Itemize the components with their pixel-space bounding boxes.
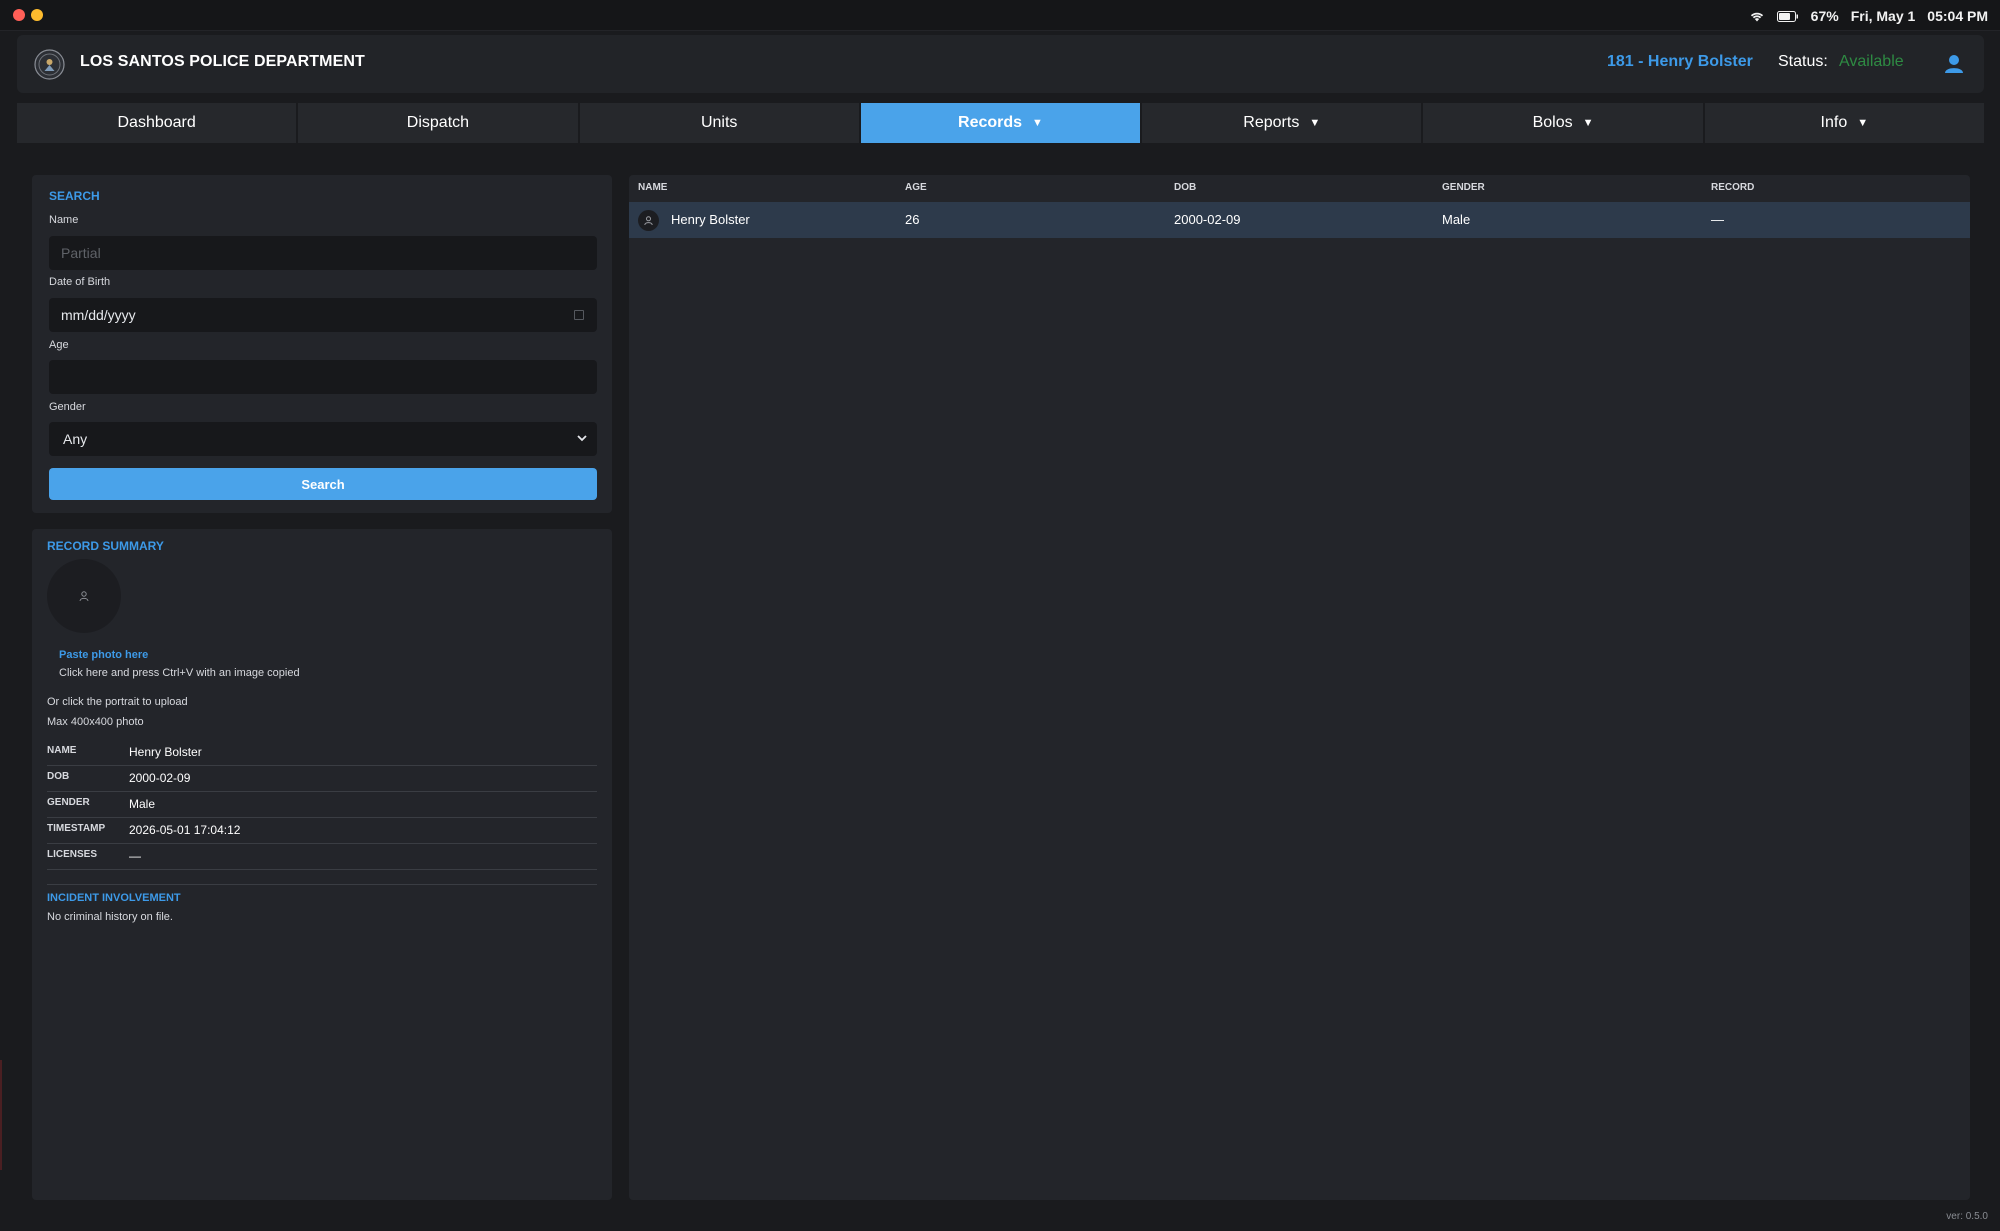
chevron-down-icon [577,430,587,449]
avatar [638,210,659,231]
column-header-age[interactable]: AGE [905,182,927,193]
wifi-icon [1749,10,1765,22]
chevron-down-icon: ▼ [1582,117,1594,129]
department-title: LOS SANTOS POLICE DEPARTMENT [80,53,365,70]
nav-units[interactable]: Units [579,103,861,143]
cell-gender: Male [1442,212,1471,227]
name-input[interactable] [61,245,597,261]
cell-name: Henry Bolster [671,212,750,227]
nav-records-label: Records [958,114,1023,131]
upload-hint: Or click the portrait to upload [47,696,188,708]
chevron-down-icon: ▼ [1857,117,1869,129]
nav-bolos-label: Bolos [1532,114,1573,131]
results-table: NAME AGE DOB GENDER RECORD Henry Bolster… [629,175,1970,1200]
nav-dispatch-label: Dispatch [406,114,470,131]
summary-key: LICENSES [47,849,98,860]
search-panel: SEARCH Name Date of Birth mm/dd/yyyy Age… [32,175,612,513]
person-icon [644,216,653,226]
summary-value: Male [129,797,156,811]
nav-dashboard-label: Dashboard [117,114,196,131]
summary-key: NAME [47,745,77,756]
incident-text: No criminal history on file. [47,911,173,923]
summary-row-dob: DOB 2000-02-09 [47,766,597,792]
system-date: Fri, May 1 [1850,8,1916,24]
gender-field-label: Gender [49,401,86,413]
summary-key: TIMESTAMP [47,823,106,834]
chevron-down-icon: ▼ [1032,117,1043,129]
paste-photo-link[interactable]: Paste photo here [59,649,148,661]
nav-reports[interactable]: Reports ▼ [1142,103,1424,143]
search-button[interactable]: Search [49,468,597,500]
portrait-upload[interactable] [47,559,121,633]
incident-involvement-title: INCIDENT INVOLVEMENT [47,892,181,904]
nav-bolos[interactable]: Bolos ▼ [1423,103,1705,143]
dob-input-value: mm/dd/yyyy [61,307,136,323]
record-summary-panel: RECORD SUMMARY Paste photo here Click he… [32,529,612,1200]
summary-row-name: NAME Henry Bolster [47,740,597,766]
record-summary-title: RECORD SUMMARY [47,539,164,553]
calendar-icon[interactable] [574,310,584,320]
column-header-gender[interactable]: GENDER [1442,182,1485,193]
gender-select-value: Any [63,431,88,447]
minimize-window-button[interactable] [31,9,43,21]
cell-dob: 2000-02-09 [1174,212,1241,227]
battery-icon [1776,10,1799,22]
system-time: 05:04 PM [1927,8,1988,24]
column-header-dob[interactable]: DOB [1174,182,1196,193]
gender-select[interactable]: Any [49,422,597,456]
status-label: Status: [1778,53,1828,70]
summary-value: 2000-02-09 [129,771,191,785]
officer-callsign[interactable]: 181 - Henry Bolster [1607,53,1753,71]
table-row[interactable]: Henry Bolster 26 2000-02-09 Male — [629,202,1970,238]
cell-record: — [1711,212,1724,227]
battery-percent: 67% [1810,8,1839,24]
main-nav: Dashboard Dispatch Units Records ▼ Report… [17,103,1984,143]
nav-dashboard[interactable]: Dashboard [17,103,299,143]
nav-units-label: Units [700,114,738,131]
age-field-label: Age [49,339,69,351]
app-header: LOS SANTOS POLICE DEPARTMENT 181 - Henry… [17,35,1984,93]
user-profile-icon[interactable] [1941,51,1967,77]
status-value[interactable]: Available [1839,53,1904,71]
dob-field-label: Date of Birth [49,276,111,288]
window-titlebar: 67% Fri, May 1 05:04 PM [0,0,2000,31]
name-field[interactable] [49,236,597,270]
search-section-title: SEARCH [49,189,100,203]
nav-reports-label: Reports [1243,114,1300,131]
dob-field[interactable]: mm/dd/yyyy [49,298,597,332]
summary-value: — [129,849,141,863]
system-status-bar: 67% Fri, May 1 05:04 PM [1749,6,1988,26]
summary-row-gender: GENDER Male [47,792,597,818]
chevron-down-icon: ▼ [1309,117,1321,129]
window-edge-accent [0,1060,2,1170]
nav-info-label: Info [1820,114,1848,131]
version-label: ver: 0.5.0 [1946,1211,1988,1222]
summary-row-timestamp: TIMESTAMP 2026-05-01 17:04:12 [47,818,597,844]
column-header-record[interactable]: RECORD [1711,182,1754,193]
nav-dispatch[interactable]: Dispatch [298,103,580,143]
person-icon [79,591,89,602]
summary-key: DOB [47,771,70,782]
summary-row-licenses: LICENSES — [47,844,597,870]
summary-value: 2026-05-01 17:04:12 [129,823,241,837]
column-header-name[interactable]: NAME [638,182,667,193]
close-window-button[interactable] [13,9,25,21]
name-field-label: Name [49,214,79,226]
paste-photo-hint: Click here and press Ctrl+V with an imag… [59,667,300,679]
cell-age: 26 [905,212,920,227]
summary-key: GENDER [47,797,90,808]
nav-info[interactable]: Info ▼ [1704,103,1984,143]
section-divider [47,884,597,885]
department-seal-icon [34,49,65,80]
age-field[interactable] [49,360,597,394]
summary-value: Henry Bolster [129,745,202,759]
photo-size-hint: Max 400x400 photo [47,716,144,728]
nav-records[interactable]: Records ▼ [860,103,1143,143]
